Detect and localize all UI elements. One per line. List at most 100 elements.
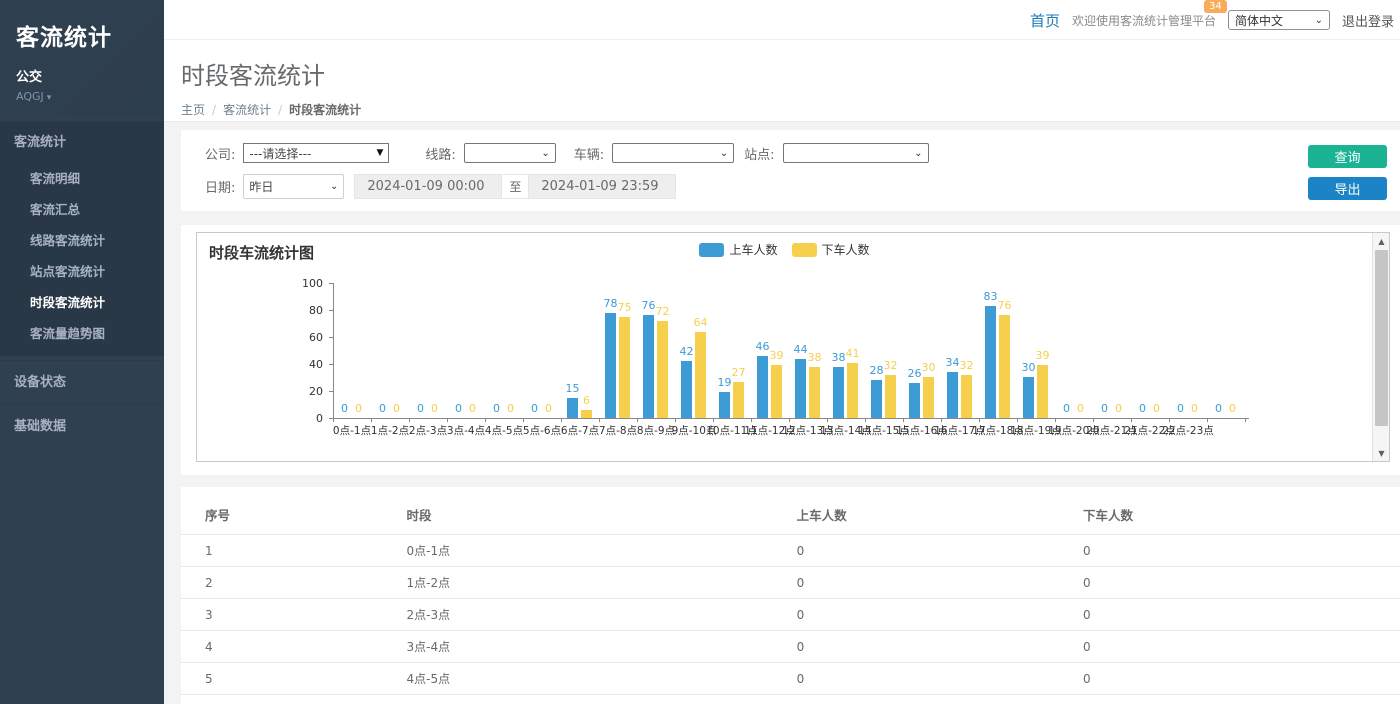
sidebar-item[interactable]: 设备状态 [0,360,164,400]
table-cell: 0 [1083,535,1400,567]
language-value: 简体中文 [1235,12,1283,29]
scrollbar-thumb[interactable] [1375,250,1388,426]
bar-boarding[interactable] [833,367,844,418]
notification-badge[interactable]: 34 [1204,0,1227,13]
table-header-cell: 下车人数 [1083,495,1400,535]
bar-boarding[interactable] [681,361,692,418]
bar-alighting[interactable] [923,377,934,418]
legend-item[interactable]: 下车人数 [792,241,870,258]
bar-boarding[interactable] [643,315,654,418]
sidebar-logo-area: 客流统计 公交 AQGJ▾ [0,0,164,117]
table-row[interactable]: 54点-5点00 [181,663,1400,695]
export-button[interactable]: 导出 [1308,177,1387,200]
table-card: 序号时段上车人数下车人数 10点-1点0021点-2点0032点-3点0043点… [181,487,1400,704]
sidebar-subitem[interactable]: 站点客流统计 [0,255,164,286]
language-select[interactable]: 简体中文 ⌄ [1228,10,1330,30]
table-cell: 3 [181,599,407,631]
chevron-down-icon: ⌄ [1315,15,1323,26]
breadcrumb-item: 时段客流统计 [289,101,361,118]
x-tick-mark [941,418,942,422]
date-from-input[interactable]: 2024-01-09 00:00 [354,174,502,199]
bar-boarding[interactable] [719,392,730,418]
bar-alighting[interactable] [657,321,668,418]
bar-boarding[interactable] [985,306,996,418]
table-header-row: 序号时段上车人数下车人数 [181,495,1400,535]
chart-panel: 时段车流统计图 上车人数下车人数 020406080100000点-1点001点… [196,232,1390,462]
breadcrumb-item[interactable]: 客流统计 [223,101,271,118]
logout-link[interactable]: 退出登录 [1342,11,1394,30]
breadcrumb-item[interactable]: 主页 [181,101,205,118]
date-to-input[interactable]: 2024-01-09 23:59 [528,174,676,199]
bar-alighting[interactable] [695,332,706,418]
x-tick-mark [1017,418,1018,422]
table-cell: 0 [797,535,1083,567]
bar-value-label: 0 [534,402,564,415]
table-cell: 2点-3点 [407,599,797,631]
scroll-down-arrow-icon[interactable]: ▼ [1373,445,1390,461]
scroll-up-arrow-icon[interactable]: ▲ [1373,233,1390,249]
chevron-down-icon: ⌄ [914,148,922,159]
bar-alighting[interactable] [885,375,896,418]
topbar-right: 首页 欢迎使用客流统计管理平台 34 简体中文 ⌄ 退出登录 [1030,0,1396,40]
bar-boarding[interactable] [1023,377,1034,418]
table-cell: 3点-4点 [407,631,797,663]
table-row[interactable]: 43点-4点00 [181,631,1400,663]
x-tick-mark [1055,418,1056,422]
topbar: 首页 欢迎使用客流统计管理平台 34 简体中文 ⌄ 退出登录 [164,0,1400,40]
bar-alighting[interactable] [733,382,744,418]
bar-boarding[interactable] [909,383,920,418]
sidebar-item[interactable]: 基础数据 [0,404,164,444]
vehicle-label: 车辆: [574,144,604,163]
sidebar-item-passenger-stats[interactable]: 客流统计 [0,121,164,159]
x-tick-mark [865,418,866,422]
vehicle-select[interactable]: ⌄ [612,143,734,163]
language-area: 34 简体中文 ⌄ [1228,10,1330,30]
bar-alighting[interactable] [581,410,592,418]
table-cell: 0 [797,599,1083,631]
table-cell: 0点-1点 [407,535,797,567]
sidebar-subitem[interactable]: 时段客流统计 [0,286,164,317]
station-select[interactable]: ⌄ [783,143,929,163]
home-link[interactable]: 首页 [1030,10,1060,31]
line-select[interactable]: ⌄ [464,143,556,163]
bar-boarding[interactable] [871,380,882,418]
table-cell: 0 [1083,663,1400,695]
sidebar-subitem[interactable]: 客流明细 [0,162,164,193]
query-button[interactable]: 查询 [1308,145,1387,168]
y-tick-mark [329,364,333,365]
sidebar-subitem[interactable]: 客流量趋势图 [0,317,164,348]
table-row[interactable]: 32点-3点00 [181,599,1400,631]
user-name: AQGJ [16,90,44,103]
company-select[interactable]: ---请选择--- ▼ [243,143,389,163]
date-preset-value: 昨日 [249,178,273,195]
table-row[interactable]: 21点-2点00 [181,567,1400,599]
date-preset-select[interactable]: 昨日 ⌄ [243,174,344,199]
bar-alighting[interactable] [1037,365,1048,418]
sidebar-subitem[interactable]: 线路客流统计 [0,224,164,255]
bar-boarding[interactable] [605,313,616,418]
bar-value-label: 32 [952,359,982,372]
table-row[interactable]: 65点-6点00 [181,695,1400,704]
chevron-down-icon: ⌄ [720,148,728,159]
bar-alighting[interactable] [999,315,1010,418]
bar-boarding[interactable] [947,372,958,418]
legend-item[interactable]: 上车人数 [699,241,777,258]
sidebar-subitem[interactable]: 客流汇总 [0,193,164,224]
bar-alighting[interactable] [771,365,782,418]
bar-alighting[interactable] [847,363,858,418]
bar-value-label: 6 [572,394,602,407]
station-label: 站点: [744,144,774,163]
bar-value-label: 39 [1028,349,1058,362]
bar-alighting[interactable] [619,317,630,418]
bar-boarding[interactable] [795,359,806,418]
sidebar-nav: 客流统计客流明细客流汇总线路客流统计站点客流统计时段客流统计客流量趋势图设备状态… [0,121,164,444]
bar-alighting[interactable] [961,375,972,418]
page-title: 时段客流统计 [181,56,1400,91]
bar-alighting[interactable] [809,367,820,418]
x-tick-mark [789,418,790,422]
legend-label: 上车人数 [729,241,777,258]
chart-vertical-scrollbar[interactable]: ▲ ▼ [1372,233,1389,461]
table-row[interactable]: 10点-1点00 [181,535,1400,567]
user-dropdown[interactable]: AQGJ▾ [16,90,150,103]
bar-boarding[interactable] [757,356,768,418]
